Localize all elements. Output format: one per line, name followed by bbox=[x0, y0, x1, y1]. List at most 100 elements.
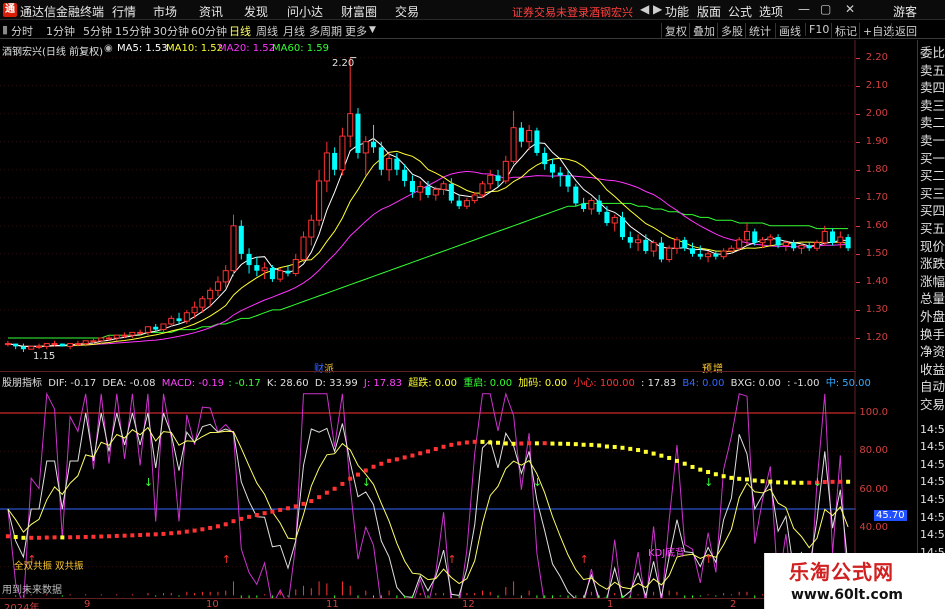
candle-up bbox=[339, 135, 346, 171]
indicator-extra2: : -1.00 bbox=[787, 378, 820, 389]
watermark: 乐淘公式网 www.60lt.com bbox=[764, 553, 945, 609]
indicator-d: D: 33.99 bbox=[314, 378, 358, 389]
ma10-legend-text: MA10: 1.52 bbox=[166, 43, 224, 54]
menu-market[interactable]: 市场 bbox=[153, 3, 177, 20]
menu-options[interactable]: 选项 bbox=[759, 3, 783, 20]
tab-period-monthly[interactable]: 月线 bbox=[283, 23, 305, 39]
tab-period-5min[interactable]: 5分钟 bbox=[83, 23, 112, 39]
candle-down bbox=[775, 237, 781, 246]
tab-period-1min[interactable]: 1分钟 bbox=[46, 23, 75, 39]
menu-discover[interactable]: 发现 bbox=[244, 3, 268, 20]
trend-dot bbox=[355, 472, 360, 477]
kline-chart[interactable] bbox=[0, 40, 856, 370]
overlay-button[interactable]: 叠加 bbox=[689, 23, 715, 39]
multi-stock-button[interactable]: 多股 bbox=[717, 23, 743, 39]
candle-down bbox=[409, 180, 415, 193]
tab-period-30min[interactable]: 30分钟 bbox=[153, 23, 189, 39]
price-tick-mark bbox=[856, 169, 860, 171]
tab-period-15min[interactable]: 15分钟 bbox=[115, 23, 151, 39]
nav-back-icon[interactable]: ◀ bbox=[640, 2, 649, 16]
kline-chart-panel[interactable]: 酒钢宏兴(日线 前复权) ◉ MA5: 1.53 MA10: 1.52 MA20… bbox=[0, 40, 856, 375]
indicator-addpos: 加码: 0.00 bbox=[518, 378, 568, 389]
trend-dot bbox=[534, 441, 539, 446]
menu-ask[interactable]: 问小达 bbox=[287, 3, 323, 20]
statistics-button[interactable]: 统计 bbox=[745, 23, 771, 39]
indicator-name[interactable]: 股朋指标 bbox=[2, 378, 42, 389]
indicator-tick-label: 40.00 bbox=[859, 522, 888, 534]
indicator-restart: 重启: 0.00 bbox=[463, 378, 513, 389]
quote-label: 委比 bbox=[920, 45, 945, 60]
more-chevron-down-icon[interactable]: ▼ bbox=[369, 25, 376, 35]
candle-down bbox=[495, 175, 501, 181]
tab-period-weekly[interactable]: 周线 bbox=[256, 23, 278, 39]
tab-period-daily[interactable]: 日线 bbox=[229, 23, 251, 39]
candle-down bbox=[269, 267, 275, 280]
adjust-button[interactable]: 复权 bbox=[661, 23, 687, 39]
draw-line-button[interactable]: 画线 bbox=[775, 23, 801, 39]
current-value-tag: 45.70 bbox=[874, 510, 907, 522]
menu-layout[interactable]: 版面 bbox=[697, 3, 721, 20]
menu-wealth[interactable]: 财富圈 bbox=[341, 3, 377, 20]
trend-dot bbox=[449, 442, 454, 447]
nav-forward-icon[interactable]: ▶ bbox=[653, 2, 662, 16]
menu-news[interactable]: 资讯 bbox=[199, 3, 223, 20]
menu-quotes[interactable]: 行情 bbox=[112, 3, 136, 20]
login-notice[interactable]: 证券交易未登录 bbox=[512, 4, 589, 20]
quote-label[interactable]: 自动 bbox=[920, 378, 945, 396]
toolbar-menu-icon[interactable]: ▮ bbox=[2, 23, 8, 36]
candle-up bbox=[137, 331, 144, 334]
indicator-chart[interactable]: ↑↑↑↑↑↑↓↓↓↓↓ bbox=[0, 371, 856, 599]
tab-period-more[interactable]: 更多 bbox=[345, 23, 367, 39]
date-label: 10 bbox=[206, 599, 219, 609]
trend-dot bbox=[270, 509, 275, 514]
trend-dot bbox=[441, 444, 446, 449]
menu-formula[interactable]: 公式 bbox=[728, 3, 752, 20]
tab-period-60min[interactable]: 60分钟 bbox=[191, 23, 227, 39]
candle-down bbox=[627, 237, 633, 243]
candle-up bbox=[767, 236, 774, 241]
tab-period-tick[interactable]: 分时 bbox=[11, 23, 33, 39]
trend-dot bbox=[651, 451, 656, 456]
quote-label[interactable]: 交易 bbox=[920, 396, 945, 414]
price-tick-mark bbox=[856, 85, 860, 87]
candle-up bbox=[479, 183, 486, 196]
guest-button[interactable]: 游客 bbox=[893, 3, 917, 20]
mark-button[interactable]: 标记 bbox=[831, 23, 857, 39]
trend-dot bbox=[729, 475, 734, 480]
trend-dot bbox=[721, 474, 726, 479]
price-tick-label: 1.80 bbox=[865, 163, 888, 175]
candle-down bbox=[448, 183, 454, 201]
indicator-tick-label: 60.00 bbox=[859, 483, 888, 495]
candle-up bbox=[728, 247, 735, 252]
price-tick-mark bbox=[856, 281, 860, 283]
add-watchlist-button[interactable]: +自选 bbox=[859, 23, 894, 39]
menu-trade[interactable]: 交易 bbox=[395, 3, 419, 20]
trend-dot bbox=[737, 476, 742, 481]
trend-dot bbox=[542, 441, 547, 446]
settings-chevron-icon[interactable]: ◉ bbox=[104, 43, 113, 54]
candle-up bbox=[113, 334, 120, 339]
trend-dot bbox=[301, 501, 306, 506]
trend-dot bbox=[566, 441, 571, 446]
candle-down bbox=[697, 253, 703, 257]
trend-dot bbox=[418, 451, 423, 456]
quote-label: 收益 bbox=[920, 361, 945, 377]
maximize-icon[interactable]: ▢ bbox=[820, 2, 831, 16]
minimize-icon[interactable]: — bbox=[798, 2, 810, 16]
trend-dot bbox=[177, 530, 182, 535]
candle-down bbox=[565, 175, 571, 187]
price-tick-label: 1.30 bbox=[865, 303, 888, 315]
quote-label: 涨幅 bbox=[920, 273, 945, 289]
quote-label: 买二 bbox=[920, 168, 945, 184]
trend-dot bbox=[247, 514, 252, 519]
f10-button[interactable]: F10 bbox=[805, 23, 829, 36]
tab-period-multi[interactable]: 多周期 bbox=[309, 23, 342, 39]
menu-function[interactable]: 功能 bbox=[665, 3, 689, 20]
trend-dot bbox=[783, 480, 788, 485]
trend-dot bbox=[348, 476, 353, 481]
candle-down bbox=[456, 200, 462, 207]
trend-dot bbox=[496, 440, 501, 445]
indicator-panel[interactable]: ↑↑↑↑↑↑↓↓↓↓↓ 股朋指标 DIF: -0.17 DEA: -0.08 M… bbox=[0, 371, 871, 599]
back-button[interactable]: 返回 bbox=[891, 23, 917, 39]
close-icon[interactable]: ✕ bbox=[845, 2, 855, 16]
